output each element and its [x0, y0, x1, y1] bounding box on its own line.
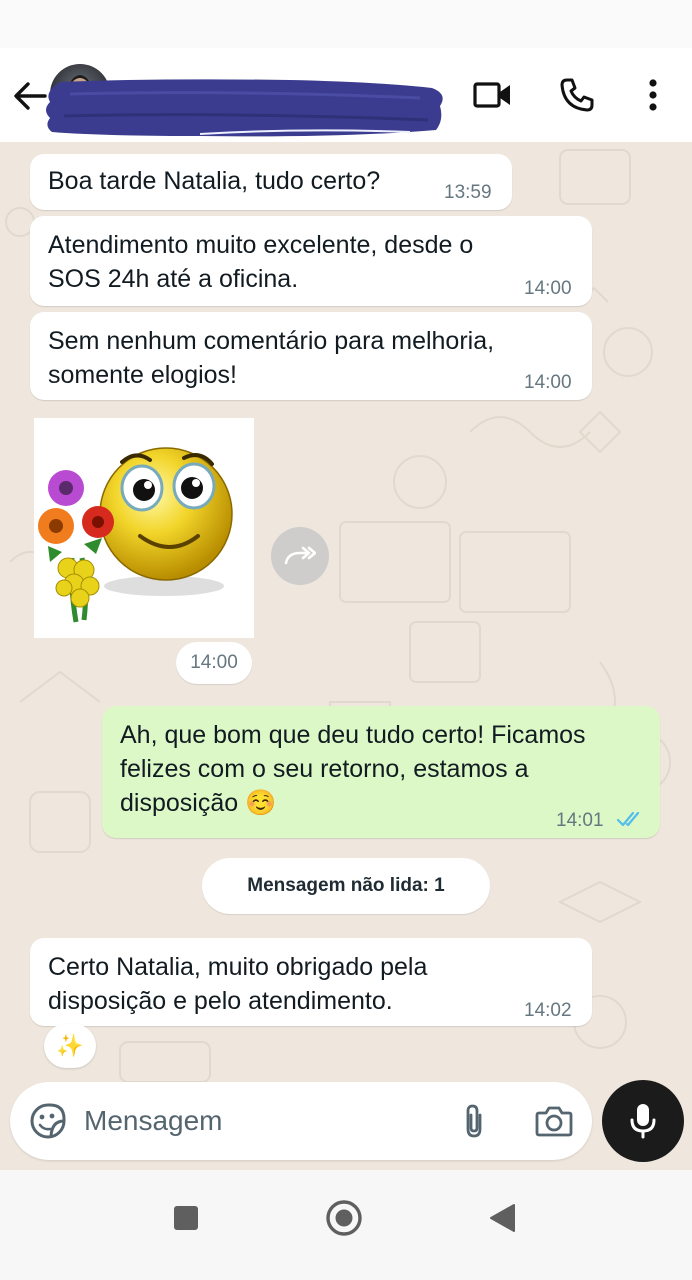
incoming-message[interactable]: Sem nenhum comentário para melhoria, som… [30, 312, 592, 400]
message-time: 14:00 [524, 278, 572, 299]
forward-icon [284, 546, 316, 565]
message-line: felizes com o seu retorno, estamos a [120, 755, 529, 783]
message-text: Sem nenhum comentário para melhoria, som… [48, 324, 494, 392]
message-reaction[interactable]: ✨ [44, 1024, 96, 1068]
message-time: 14:02 [524, 1000, 572, 1021]
voice-message-button[interactable] [602, 1080, 684, 1162]
message-line: disposição [120, 789, 239, 817]
emoji-sticker-button[interactable] [26, 1099, 70, 1143]
message-composer [10, 1082, 592, 1160]
paperclip-icon [466, 1104, 482, 1138]
incoming-message[interactable]: Certo Natalia, muito obrigado pela dispo… [30, 938, 592, 1026]
message-line: Atendimento muito excelente, desde o [48, 231, 474, 259]
outgoing-message[interactable]: Ah, que bom que deu tudo certo! Ficamos … [102, 706, 660, 838]
message-line: disposição e pelo atendimento. [48, 987, 393, 1015]
message-line: Ah, que bom que deu tudo certo! Ficamos [120, 721, 586, 749]
message-line: SOS 24h até a oficina. [48, 265, 299, 293]
incoming-message[interactable]: Atendimento muito excelente, desde o SOS… [30, 216, 592, 306]
sticker-message[interactable] [34, 418, 254, 638]
status-bar [0, 0, 692, 48]
system-navigation-bar [0, 1170, 692, 1280]
chat-area[interactable]: Boa tarde Natalia, tudo certo? 13:59 Ate… [0, 142, 692, 1082]
attach-button[interactable] [452, 1099, 496, 1143]
voice-call-button[interactable] [554, 72, 600, 118]
camera-icon [535, 1106, 573, 1137]
message-text: Certo Natalia, muito obrigado pela dispo… [48, 950, 427, 1018]
message-time: 13:59 [444, 182, 492, 203]
recents-button[interactable] [158, 1190, 214, 1246]
read-receipt-icon [616, 811, 640, 827]
incoming-message[interactable]: Boa tarde Natalia, tudo certo? 13:59 [30, 154, 512, 210]
sticker-time: 14:00 [176, 642, 252, 684]
chat-header [0, 48, 692, 142]
video-call-icon [473, 82, 510, 108]
message-line: Certo Natalia, muito obrigado pela [48, 953, 428, 981]
smiley-with-flowers-sticker [38, 447, 233, 623]
phone-icon [560, 78, 594, 112]
smiling-emoji: ☺️ [245, 789, 277, 817]
microphone-icon [630, 1104, 656, 1139]
message-line-with-emoji: disposição ☺️ [120, 786, 586, 820]
message-time: 14:00 [524, 372, 572, 393]
more-vertical-icon [649, 79, 657, 111]
message-line: Sem nenhum comentário para melhoria, [48, 327, 495, 355]
message-input[interactable] [84, 1096, 444, 1146]
sticker-icon [30, 1103, 66, 1139]
more-options-button[interactable] [630, 72, 676, 118]
name-redaction [46, 79, 443, 137]
message-time: 14:01 [556, 810, 604, 831]
unread-divider: Mensagem não lida: 1 [202, 858, 490, 914]
camera-button[interactable] [532, 1099, 576, 1143]
home-button[interactable] [316, 1190, 372, 1246]
message-text: Ah, que bom que deu tudo certo! Ficamos … [120, 718, 586, 820]
circle-icon [326, 1200, 362, 1236]
message-text: Atendimento muito excelente, desde o SOS… [48, 228, 473, 296]
square-icon [174, 1206, 198, 1230]
back-nav-button[interactable] [474, 1190, 530, 1246]
message-text: Boa tarde Natalia, tudo certo? [48, 167, 381, 195]
forward-button[interactable] [271, 527, 329, 585]
message-line: somente elogios! [48, 361, 238, 389]
video-call-button[interactable] [470, 72, 516, 118]
triangle-back-icon [490, 1204, 515, 1232]
